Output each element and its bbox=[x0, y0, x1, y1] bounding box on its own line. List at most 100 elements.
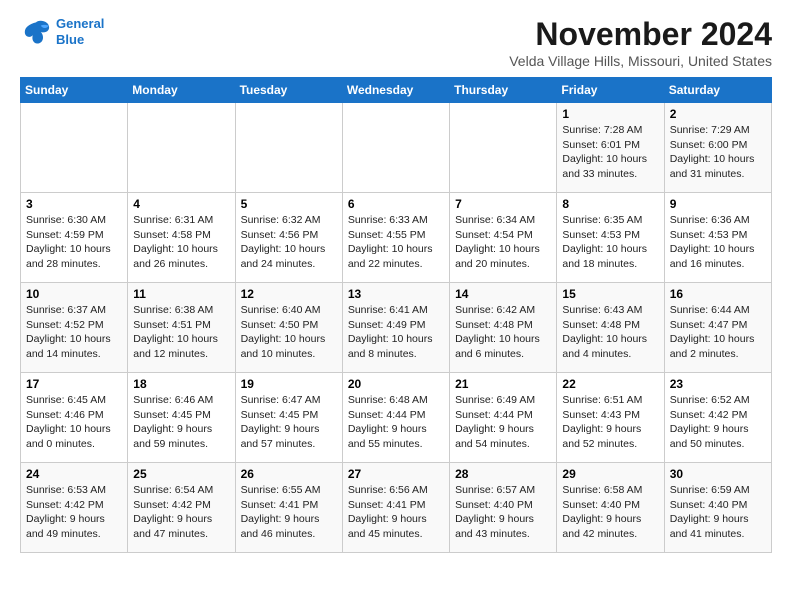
cell-content: and 46 minutes. bbox=[241, 527, 337, 542]
cell-content: Sunrise: 6:53 AM bbox=[26, 483, 122, 498]
cell-content: Sunset: 4:41 PM bbox=[348, 498, 444, 513]
day-number: 24 bbox=[26, 467, 122, 481]
cell-content: and 45 minutes. bbox=[348, 527, 444, 542]
cell-content: and 6 minutes. bbox=[455, 347, 551, 362]
cell-content: Daylight: 10 hours bbox=[26, 242, 122, 257]
calendar-cell: 13Sunrise: 6:41 AMSunset: 4:49 PMDayligh… bbox=[342, 283, 449, 373]
cell-content: and 31 minutes. bbox=[670, 167, 766, 182]
calendar-cell bbox=[21, 103, 128, 193]
cell-content: Sunrise: 6:33 AM bbox=[348, 213, 444, 228]
day-number: 7 bbox=[455, 197, 551, 211]
cell-content: and 42 minutes. bbox=[562, 527, 658, 542]
cell-content: Sunrise: 6:56 AM bbox=[348, 483, 444, 498]
cell-content: Sunrise: 6:59 AM bbox=[670, 483, 766, 498]
day-number: 19 bbox=[241, 377, 337, 391]
cell-content: Sunrise: 6:51 AM bbox=[562, 393, 658, 408]
cell-content: and 54 minutes. bbox=[455, 437, 551, 452]
weekday-header-wednesday: Wednesday bbox=[342, 78, 449, 103]
logo: General Blue bbox=[20, 16, 104, 48]
calendar-cell: 23Sunrise: 6:52 AMSunset: 4:42 PMDayligh… bbox=[664, 373, 771, 463]
cell-content: Sunset: 4:53 PM bbox=[562, 228, 658, 243]
calendar-table: SundayMondayTuesdayWednesdayThursdayFrid… bbox=[20, 77, 772, 553]
day-number: 20 bbox=[348, 377, 444, 391]
cell-content: Daylight: 10 hours bbox=[241, 242, 337, 257]
day-number: 28 bbox=[455, 467, 551, 481]
cell-content: Sunset: 4:40 PM bbox=[455, 498, 551, 513]
cell-content: Sunset: 4:44 PM bbox=[455, 408, 551, 423]
day-number: 2 bbox=[670, 107, 766, 121]
cell-content: Sunset: 4:45 PM bbox=[133, 408, 229, 423]
cell-content: Daylight: 9 hours bbox=[241, 512, 337, 527]
day-number: 30 bbox=[670, 467, 766, 481]
day-number: 18 bbox=[133, 377, 229, 391]
cell-content: and 2 minutes. bbox=[670, 347, 766, 362]
cell-content: Daylight: 10 hours bbox=[26, 332, 122, 347]
cell-content: and 41 minutes. bbox=[670, 527, 766, 542]
cell-content: Daylight: 10 hours bbox=[670, 152, 766, 167]
cell-content: Sunset: 4:51 PM bbox=[133, 318, 229, 333]
cell-content: Sunrise: 6:38 AM bbox=[133, 303, 229, 318]
calendar-cell: 21Sunrise: 6:49 AMSunset: 4:44 PMDayligh… bbox=[450, 373, 557, 463]
cell-content: Daylight: 10 hours bbox=[348, 242, 444, 257]
cell-content: Sunrise: 6:41 AM bbox=[348, 303, 444, 318]
cell-content: Sunrise: 6:40 AM bbox=[241, 303, 337, 318]
cell-content: Sunrise: 6:44 AM bbox=[670, 303, 766, 318]
day-number: 27 bbox=[348, 467, 444, 481]
cell-content: Daylight: 9 hours bbox=[133, 422, 229, 437]
cell-content: and 50 minutes. bbox=[670, 437, 766, 452]
cell-content: Sunrise: 6:32 AM bbox=[241, 213, 337, 228]
cell-content: Sunrise: 6:35 AM bbox=[562, 213, 658, 228]
cell-content: Sunset: 4:46 PM bbox=[26, 408, 122, 423]
cell-content: Sunset: 4:48 PM bbox=[562, 318, 658, 333]
day-number: 6 bbox=[348, 197, 444, 211]
calendar-cell: 26Sunrise: 6:55 AMSunset: 4:41 PMDayligh… bbox=[235, 463, 342, 553]
week-row-4: 17Sunrise: 6:45 AMSunset: 4:46 PMDayligh… bbox=[21, 373, 772, 463]
day-number: 21 bbox=[455, 377, 551, 391]
cell-content: Sunset: 4:55 PM bbox=[348, 228, 444, 243]
calendar-cell: 16Sunrise: 6:44 AMSunset: 4:47 PMDayligh… bbox=[664, 283, 771, 373]
cell-content: Sunset: 4:48 PM bbox=[455, 318, 551, 333]
cell-content: Sunrise: 7:29 AM bbox=[670, 123, 766, 138]
cell-content: Sunrise: 6:46 AM bbox=[133, 393, 229, 408]
cell-content: and 10 minutes. bbox=[241, 347, 337, 362]
calendar-cell: 18 Sunrise: 6:46 AMSunset: 4:45 PMDayligh… bbox=[128, 373, 235, 463]
day-number: 22 bbox=[562, 377, 658, 391]
cell-content: Sunrise: 6:57 AM bbox=[455, 483, 551, 498]
day-number: 14 bbox=[455, 287, 551, 301]
cell-content: Daylight: 9 hours bbox=[133, 512, 229, 527]
cell-content: Sunset: 4:58 PM bbox=[133, 228, 229, 243]
calendar-cell: 17Sunrise: 6:45 AMSunset: 4:46 PMDayligh… bbox=[21, 373, 128, 463]
cell-content: and 0 minutes. bbox=[26, 437, 122, 452]
cell-content: Sunset: 4:52 PM bbox=[26, 318, 122, 333]
cell-content: Daylight: 9 hours bbox=[455, 422, 551, 437]
day-number: 5 bbox=[241, 197, 337, 211]
weekday-header-sunday: Sunday bbox=[21, 78, 128, 103]
day-number: 15 bbox=[562, 287, 658, 301]
cell-content: and 24 minutes. bbox=[241, 257, 337, 272]
calendar-cell bbox=[342, 103, 449, 193]
cell-content: Sunrise: 6:42 AM bbox=[455, 303, 551, 318]
cell-content: and 20 minutes. bbox=[455, 257, 551, 272]
cell-content: and 59 minutes. bbox=[133, 437, 229, 452]
day-number: 8 bbox=[562, 197, 658, 211]
cell-content: Sunset: 4:45 PM bbox=[241, 408, 337, 423]
cell-content: and 26 minutes. bbox=[133, 257, 229, 272]
cell-content: and 43 minutes. bbox=[455, 527, 551, 542]
cell-content: Sunrise: 6:43 AM bbox=[562, 303, 658, 318]
cell-content: Sunset: 4:40 PM bbox=[670, 498, 766, 513]
calendar-cell: 14Sunrise: 6:42 AMSunset: 4:48 PMDayligh… bbox=[450, 283, 557, 373]
cell-content: Daylight: 10 hours bbox=[562, 332, 658, 347]
cell-content: Daylight: 10 hours bbox=[670, 332, 766, 347]
day-number: 9 bbox=[670, 197, 766, 211]
cell-content: Sunrise: 6:36 AM bbox=[670, 213, 766, 228]
cell-content: Sunset: 6:00 PM bbox=[670, 138, 766, 153]
day-number: 26 bbox=[241, 467, 337, 481]
cell-content: Sunset: 4:47 PM bbox=[670, 318, 766, 333]
day-number: 25 bbox=[133, 467, 229, 481]
cell-content: Sunset: 4:42 PM bbox=[26, 498, 122, 513]
location-title: Velda Village Hills, Missouri, United St… bbox=[509, 53, 772, 69]
title-block: November 2024 Velda Village Hills, Misso… bbox=[509, 16, 772, 69]
cell-content: Sunset: 4:40 PM bbox=[562, 498, 658, 513]
cell-content: and 28 minutes. bbox=[26, 257, 122, 272]
cell-content: Daylight: 9 hours bbox=[670, 512, 766, 527]
